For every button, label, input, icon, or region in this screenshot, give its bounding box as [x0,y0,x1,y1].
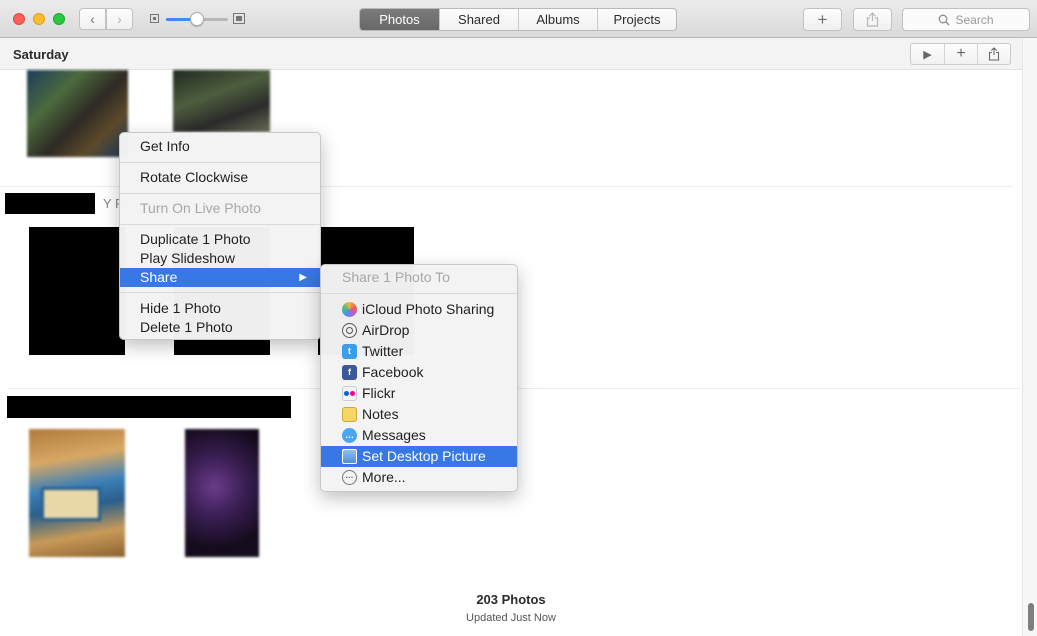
plus-icon: + [817,9,828,29]
flickr-icon [342,386,357,401]
redacted-moment-title [7,396,291,418]
scrollbar-thumb[interactable] [1028,603,1034,631]
share-item-label: AirDrop [362,322,410,338]
back-button[interactable]: ‹ [79,8,106,30]
menu-item-rotate-clockwise[interactable]: Rotate Clockwise [120,168,320,187]
moment-share-button[interactable] [977,44,1010,64]
share-submenu: Share 1 Photo To iCloud Photo Sharing Ai… [320,264,518,492]
photo-thumbnail[interactable] [173,70,270,132]
share-item-label: Twitter [362,343,404,359]
icloud-photo-sharing-icon [342,302,357,317]
share-submenu-header: Share 1 Photo To [342,269,450,285]
window-toolbar: ‹ › Photos Shared Albums Projects + Sear… [0,0,1037,38]
share-icon [866,12,879,27]
share-item-label: iCloud Photo Sharing [362,301,495,317]
menu-item-share[interactable]: Share ▶ [120,268,320,287]
share-item-notes[interactable]: Notes [321,404,517,425]
maximize-window-button[interactable] [53,13,65,25]
plus-icon: + [956,45,966,62]
tab-shared[interactable]: Shared [439,9,518,30]
photo-thumbnail[interactable] [185,429,259,557]
minimize-window-button[interactable] [33,13,45,25]
more-icon: ··· [342,470,357,485]
menu-separator [120,292,320,293]
share-item-set-desktop-picture[interactable]: Set Desktop Picture [321,446,517,467]
play-slideshow-button[interactable]: ▶ [911,44,944,64]
share-item-label: Facebook [362,364,424,380]
photo-context-menu: Get Info Rotate Clockwise Turn On Live P… [119,132,321,340]
photo-detail [41,487,101,521]
menu-item-delete[interactable]: Delete 1 Photo [120,318,320,337]
moment-header: Saturday ▶ + [0,38,1022,70]
menu-separator [120,162,320,163]
menu-item-get-info[interactable]: Get Info [120,137,320,156]
share-item-label: Set Desktop Picture [362,448,486,464]
redacted-photo[interactable] [29,227,125,355]
redacted-moment-title [5,193,95,214]
search-icon [939,14,950,25]
zoom-slider-knob[interactable] [190,12,204,26]
tab-albums[interactable]: Albums [518,9,597,30]
share-item-more[interactable]: ··· More... [321,467,517,488]
menu-item-hide[interactable]: Hide 1 Photo [120,299,320,318]
chevron-left-icon: ‹ [90,11,95,27]
chevron-right-icon: › [117,11,122,27]
share-item-twitter[interactable]: t Twitter [321,341,517,362]
menu-item-share-label: Share [140,269,178,285]
menu-item-turn-on-live-photo: Turn On Live Photo [140,200,261,216]
photo-count: 203 Photos [476,592,546,607]
share-item-icloud-photo-sharing[interactable]: iCloud Photo Sharing [321,299,517,320]
play-icon: ▶ [923,48,932,61]
tab-projects[interactable]: Projects [597,9,676,30]
desktop-picture-icon [342,449,357,464]
menu-item-duplicate[interactable]: Duplicate 1 Photo [120,230,320,249]
vertical-scrollbar[interactable] [1022,38,1037,636]
forward-button[interactable]: › [106,8,133,30]
update-status: Updated Just Now [466,612,556,624]
moment-title: Saturday [13,47,69,62]
share-item-facebook[interactable]: f Facebook [321,362,517,383]
tab-photos[interactable]: Photos [360,9,439,30]
zoom-out-icon [150,14,159,23]
share-item-airdrop[interactable]: AirDrop [321,320,517,341]
menu-separator [120,224,320,225]
menu-item-play-slideshow[interactable]: Play Slideshow [120,249,320,268]
search-field[interactable]: Search [902,8,1030,31]
view-tabs: Photos Shared Albums Projects [359,8,677,31]
share-item-label: Flickr [362,385,396,401]
photo-thumbnail[interactable] [29,429,125,557]
share-item-label: More... [362,469,406,485]
menu-separator [120,193,320,194]
share-item-label: Notes [362,406,399,422]
moment-actions: ▶ + [910,43,1011,65]
search-placeholder: Search [955,12,994,27]
airdrop-icon [342,323,357,338]
zoom-in-icon [233,13,245,24]
share-button[interactable] [853,8,892,31]
submenu-arrow-icon: ▶ [299,272,307,283]
messages-icon: … [342,428,357,443]
twitter-icon: t [342,344,357,359]
share-item-messages[interactable]: … Messages [321,425,517,446]
facebook-icon: f [342,365,357,380]
share-item-label: Messages [362,427,426,443]
notes-icon [342,407,357,422]
share-item-flickr[interactable]: Flickr [321,383,517,404]
add-button[interactable]: + [803,8,842,31]
moment-add-button[interactable]: + [944,44,977,64]
share-icon [988,47,1000,61]
menu-separator [321,293,517,294]
close-window-button[interactable] [13,13,25,25]
photo-thumbnail[interactable] [27,70,128,157]
